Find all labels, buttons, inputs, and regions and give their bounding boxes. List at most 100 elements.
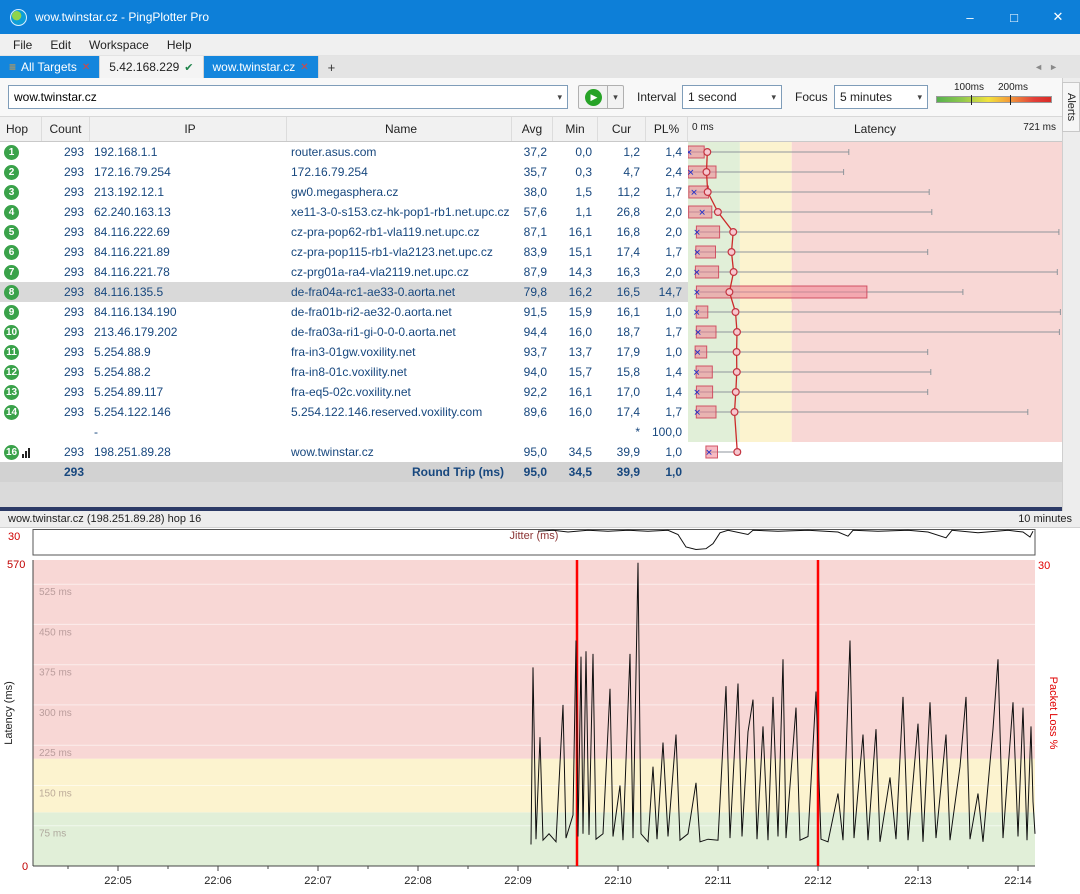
gridline-label: 300 ms [39, 708, 72, 719]
pl-cell: 1,0 [646, 442, 688, 462]
close-button[interactable]: ✕ [1036, 0, 1080, 34]
avg-cell: 94,0 [512, 362, 553, 382]
trace-toolbar: ▾ ▶ ▾ Interval 1 second ▾ Focus 5 minute… [0, 78, 1080, 117]
menu-file[interactable]: File [4, 38, 41, 52]
header-hop[interactable]: Hop [0, 117, 42, 141]
target-input[interactable] [14, 90, 551, 104]
header-cur[interactable]: Cur [598, 117, 646, 141]
tab-scroll-right-icon[interactable]: ► [1049, 62, 1058, 72]
hop-number-badge: 11 [4, 345, 19, 360]
name-cell: gw0.megasphera.cz [287, 182, 512, 202]
alerts-panel-tab[interactable]: Alerts [1062, 82, 1080, 132]
hop-row[interactable]: 122935.254.88.2fra-in8-01c.voxility.net9… [0, 362, 1062, 382]
hop-cell: 5 [0, 222, 42, 242]
avg-cell: 79,8 [512, 282, 553, 302]
minimize-button[interactable]: – [948, 0, 992, 34]
row-graph-cell [688, 222, 1062, 242]
menu-workspace[interactable]: Workspace [80, 38, 158, 52]
header-name[interactable]: Name [287, 117, 512, 141]
interval-select[interactable]: 1 second ▾ [682, 85, 782, 109]
target-tab-bar: ≡ All Targets ✕ 5.42.168.229 ✔ wow.twins… [0, 56, 1080, 78]
hop-cell: 16 [0, 442, 42, 462]
ip-cell: 84.116.135.5 [90, 282, 287, 302]
pl-cell: 1,7 [646, 182, 688, 202]
cur-cell: 17,4 [598, 402, 646, 422]
hop-cell: 7 [0, 262, 42, 282]
pl-cell: 1,4 [646, 362, 688, 382]
hop-row[interactable]: 829384.116.135.5de-fra04a-rc1-ae33-0.aor… [0, 282, 1062, 302]
close-tab-icon[interactable]: ✕ [82, 62, 90, 73]
roundtrip-cur: 39,9 [598, 462, 646, 482]
hop-row[interactable]: 112935.254.88.9fra-in3-01gw.voxility.net… [0, 342, 1062, 362]
timeline-graph[interactable]: 75 ms150 ms225 ms300 ms375 ms450 ms525 m… [0, 557, 1080, 894]
maximize-button[interactable]: □ [992, 0, 1036, 34]
hop-row[interactable]: 10293213.46.179.202de-fra03a-ri1-gi-0-0-… [0, 322, 1062, 342]
cur-cell: 26,8 [598, 202, 646, 222]
header-min[interactable]: Min [553, 117, 598, 141]
time-tick-label: 22:13 [904, 875, 932, 887]
jitter-graph: 30Jitter (ms) [0, 528, 1080, 557]
hop-number-badge: 5 [4, 225, 19, 240]
name-cell: fra-in3-01gw.voxility.net [287, 342, 512, 362]
time-tick-label: 22:12 [804, 875, 832, 887]
start-options-dropdown[interactable]: ▾ [608, 85, 624, 109]
pl-cell: 2,0 [646, 222, 688, 242]
new-tab-button[interactable]: + [319, 56, 345, 78]
tab-scroll-buttons: ◄ ► [1034, 56, 1058, 78]
focus-select[interactable]: 5 minutes ▾ [834, 85, 928, 109]
avg-cell: 35,7 [512, 162, 553, 182]
tab-5-42-168-229[interactable]: 5.42.168.229 ✔ [100, 56, 203, 78]
hop-row[interactable]: 2293172.16.79.254172.16.79.25435,70,34,7… [0, 162, 1062, 182]
zone-green [33, 812, 1035, 866]
hop-number-badge: 3 [4, 185, 19, 200]
close-tab-icon[interactable]: ✕ [300, 62, 308, 73]
hop-row[interactable]: 1293192.168.1.1router.asus.com37,20,01,2… [0, 142, 1062, 162]
gridline-label: 450 ms [39, 627, 72, 638]
interval-label: Interval [637, 90, 676, 104]
menu-edit[interactable]: Edit [41, 38, 80, 52]
target-combobox[interactable]: ▾ [8, 85, 568, 109]
cur-cell: 16,5 [598, 282, 646, 302]
cur-cell: 16,8 [598, 222, 646, 242]
hop-row[interactable]: 142935.254.122.1465.254.122.146.reserved… [0, 402, 1062, 422]
tab-all-targets[interactable]: ≡ All Targets ✕ [0, 56, 100, 78]
hop-row[interactable]: 929384.116.134.190de-fra01b-ri2-ae32-0.a… [0, 302, 1062, 322]
hop-row[interactable]: 529384.116.222.69cz-pra-pop62-rb1-vla119… [0, 222, 1062, 242]
hop-row[interactable]: 629384.116.221.89cz-pra-pop115-rb1-vla21… [0, 242, 1062, 262]
hop-table: 1293192.168.1.1router.asus.com37,20,01,2… [0, 142, 1062, 462]
hop-cell: 9 [0, 302, 42, 322]
min-cell: 0,0 [553, 142, 598, 162]
pl-cell: 2,0 [646, 262, 688, 282]
latency-axis-label: Latency (ms) [3, 681, 15, 745]
tab-scroll-left-icon[interactable]: ◄ [1034, 62, 1043, 72]
start-trace-button[interactable]: ▶ [578, 85, 608, 109]
chevron-down-icon[interactable]: ▾ [557, 92, 562, 103]
time-tick-label: 22:06 [204, 875, 232, 887]
hop-row[interactable]: 429362.240.163.13xe11-3-0-s153.cz-hk-pop… [0, 202, 1062, 222]
header-ip[interactable]: IP [90, 117, 287, 141]
header-pl[interactable]: PL% [646, 117, 688, 141]
hop-number-badge: 12 [4, 365, 19, 380]
hop-row[interactable]: 132935.254.89.117fra-eq5-02c.voxility.ne… [0, 382, 1062, 402]
header-avg[interactable]: Avg [512, 117, 553, 141]
header-count[interactable]: Count [42, 117, 90, 141]
jitter-axis-max: 30 [8, 531, 20, 543]
pl-cell: 2,4 [646, 162, 688, 182]
timeline-range-selector[interactable]: 10 minutes [1018, 513, 1072, 525]
menu-help[interactable]: Help [158, 38, 201, 52]
roundtrip-pl: 1,0 [646, 462, 688, 482]
hop-row[interactable]: 3293213.192.12.1gw0.megasphera.cz38,01,5… [0, 182, 1062, 202]
time-tick-label: 22:09 [504, 875, 532, 887]
row-graph-cell [688, 322, 1062, 342]
hop-row[interactable]: -*100,0 [0, 422, 1062, 442]
hop-row[interactable]: 729384.116.221.78cz-prg01a-ra4-vla2119.n… [0, 262, 1062, 282]
list-icon: ≡ [9, 60, 16, 74]
row-graph-cell [688, 382, 1062, 402]
timeline-title: wow.twinstar.cz (198.251.89.28) hop 16 [8, 513, 201, 525]
tab-wow-twinstar[interactable]: wow.twinstar.cz ✕ [204, 56, 319, 78]
graph-max-label: 721 ms [1023, 122, 1056, 133]
hop-cell: 8 [0, 282, 42, 302]
hop-table-header: Hop Count IP Name Avg Min Cur PL% 0 ms L… [0, 117, 1062, 142]
time-tick-label: 22:05 [104, 875, 132, 887]
hop-row[interactable]: 16293198.251.89.28wow.twinstar.cz95,034,… [0, 442, 1062, 462]
